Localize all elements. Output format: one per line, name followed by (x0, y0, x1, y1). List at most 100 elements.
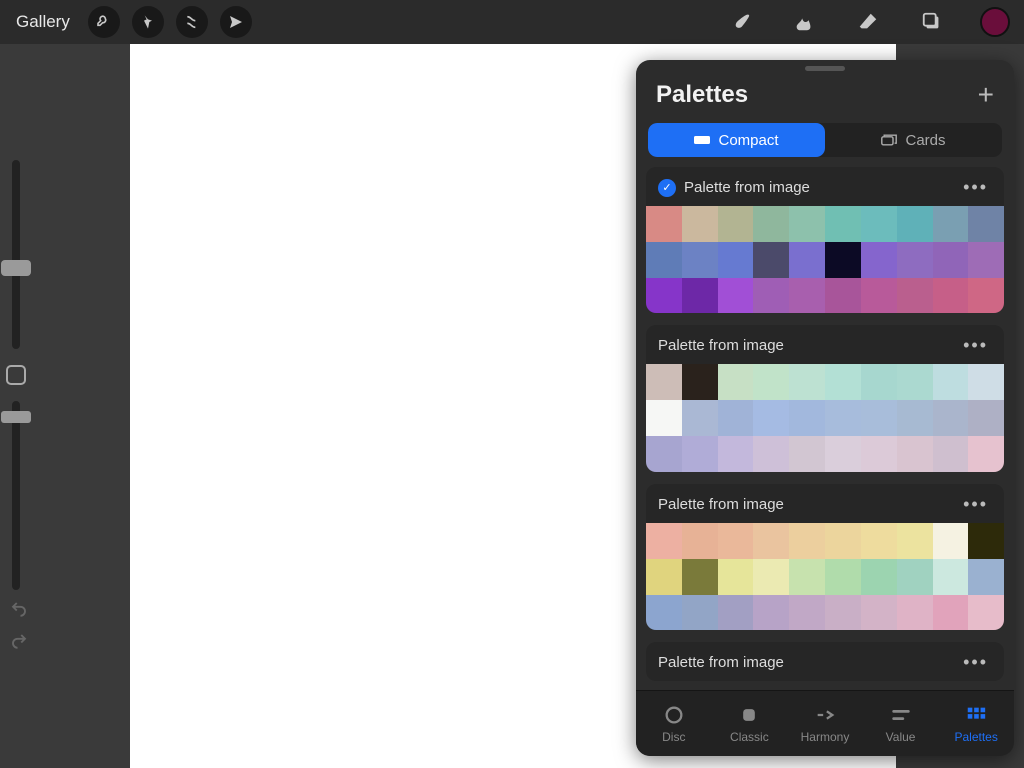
color-swatch[interactable] (753, 206, 789, 242)
color-swatch[interactable] (861, 206, 897, 242)
color-swatch[interactable] (825, 242, 861, 278)
color-swatch[interactable] (718, 400, 754, 436)
palette-list[interactable]: ✓Palette from image•••Palette from image… (636, 167, 1014, 690)
color-swatch[interactable] (646, 278, 682, 314)
gallery-button[interactable]: Gallery (8, 12, 78, 32)
adjustments-icon[interactable] (132, 6, 164, 38)
color-swatch[interactable] (968, 242, 1004, 278)
color-swatch[interactable] (933, 595, 969, 631)
modify-button[interactable] (6, 365, 26, 385)
palette-more-button[interactable]: ••• (959, 335, 992, 356)
color-swatch[interactable] (897, 559, 933, 595)
color-swatch[interactable] (933, 436, 969, 472)
color-swatch[interactable] (682, 436, 718, 472)
eraser-icon[interactable] (852, 6, 884, 38)
color-swatch[interactable] (789, 436, 825, 472)
color-swatch[interactable] (861, 559, 897, 595)
color-swatch[interactable] (789, 206, 825, 242)
color-swatch[interactable] (861, 595, 897, 631)
color-swatch[interactable] (825, 278, 861, 314)
color-swatch[interactable] (789, 278, 825, 314)
palette-more-button[interactable]: ••• (959, 494, 992, 515)
color-swatch[interactable] (968, 559, 1004, 595)
opacity-slider[interactable] (12, 401, 20, 590)
color-swatch[interactable] (861, 523, 897, 559)
color-swatch[interactable] (646, 242, 682, 278)
color-swatch[interactable] (968, 595, 1004, 631)
color-swatch[interactable] (718, 559, 754, 595)
color-swatch[interactable] (753, 364, 789, 400)
color-swatch[interactable] (789, 523, 825, 559)
color-swatch[interactable] (861, 278, 897, 314)
color-swatch[interactable] (825, 595, 861, 631)
color-swatch[interactable] (968, 364, 1004, 400)
smudge-icon[interactable] (788, 6, 820, 38)
color-swatch[interactable] (718, 436, 754, 472)
tab-classic[interactable]: Classic (712, 691, 788, 756)
color-swatch[interactable] (825, 364, 861, 400)
color-swatch[interactable] (825, 436, 861, 472)
brush-size-slider[interactable] (12, 160, 20, 349)
color-swatch[interactable] (933, 523, 969, 559)
color-swatch[interactable] (646, 595, 682, 631)
color-swatch[interactable] (825, 559, 861, 595)
color-swatch[interactable] (753, 559, 789, 595)
color-swatch[interactable] (789, 242, 825, 278)
color-swatch[interactable] (861, 364, 897, 400)
color-swatch[interactable] (682, 206, 718, 242)
color-swatch[interactable] (968, 436, 1004, 472)
add-palette-button[interactable]: + (978, 79, 994, 111)
color-swatch[interactable] (682, 559, 718, 595)
slider-thumb[interactable] (1, 411, 31, 423)
color-swatch[interactable] (646, 559, 682, 595)
tab-harmony[interactable]: Harmony (787, 691, 863, 756)
color-swatch[interactable] (682, 595, 718, 631)
actions-icon[interactable] (88, 6, 120, 38)
color-swatch[interactable] (718, 242, 754, 278)
color-swatch[interactable] (682, 400, 718, 436)
color-swatch[interactable] (753, 278, 789, 314)
color-swatch[interactable] (718, 595, 754, 631)
color-swatch[interactable] (753, 436, 789, 472)
color-swatch[interactable] (968, 400, 1004, 436)
color-swatch[interactable] (861, 400, 897, 436)
color-swatch[interactable] (897, 595, 933, 631)
color-swatch[interactable] (718, 364, 754, 400)
redo-button[interactable] (6, 628, 32, 654)
palette-name[interactable]: Palette from image (658, 337, 951, 354)
color-swatch[interactable] (968, 278, 1004, 314)
color-swatch[interactable] (646, 364, 682, 400)
color-swatch[interactable] (825, 523, 861, 559)
brush-icon[interactable] (724, 6, 756, 38)
tab-palettes[interactable]: Palettes (938, 691, 1014, 756)
color-swatch[interactable] (897, 278, 933, 314)
color-swatch[interactable] (968, 523, 1004, 559)
color-swatch[interactable] (753, 242, 789, 278)
color-swatch[interactable] (897, 242, 933, 278)
color-swatch[interactable] (968, 206, 1004, 242)
color-swatch[interactable] (646, 436, 682, 472)
color-swatch[interactable] (682, 523, 718, 559)
color-swatch[interactable] (718, 523, 754, 559)
color-swatch[interactable] (646, 400, 682, 436)
palette-more-button[interactable]: ••• (959, 652, 992, 673)
color-swatch[interactable] (897, 400, 933, 436)
color-swatch[interactable] (753, 595, 789, 631)
segment-compact[interactable]: Compact (648, 123, 825, 157)
color-swatch[interactable] (897, 436, 933, 472)
color-swatch[interactable] (718, 278, 754, 314)
color-swatch[interactable] (789, 364, 825, 400)
color-swatch[interactable] (646, 523, 682, 559)
color-swatch[interactable] (825, 400, 861, 436)
color-swatch[interactable] (682, 242, 718, 278)
color-swatch[interactable] (933, 278, 969, 314)
color-swatch[interactable] (933, 206, 969, 242)
color-swatch[interactable] (897, 523, 933, 559)
palette-name[interactable]: Palette from image (658, 496, 951, 513)
active-color-swatch[interactable] (980, 7, 1010, 37)
color-swatch[interactable] (897, 206, 933, 242)
color-swatch[interactable] (861, 242, 897, 278)
layers-icon[interactable] (916, 6, 948, 38)
palette-name[interactable]: Palette from image (658, 654, 951, 671)
color-swatch[interactable] (682, 364, 718, 400)
